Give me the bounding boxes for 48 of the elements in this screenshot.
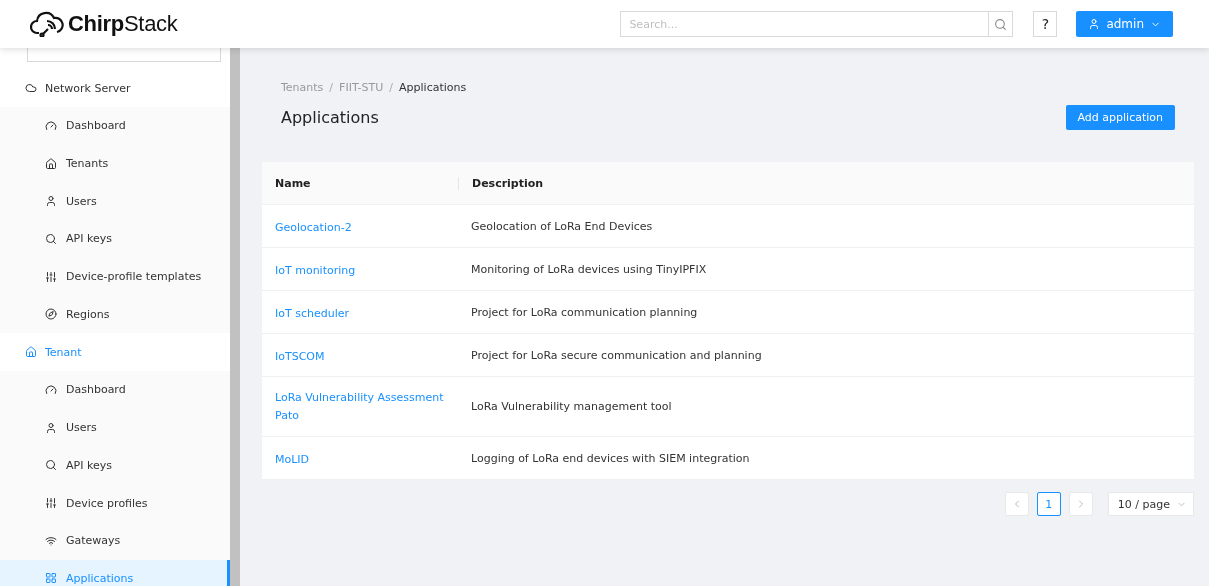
menu-icon	[45, 195, 57, 208]
sidebar-item[interactable]: Gateways	[0, 521, 230, 560]
sidebar-item[interactable]: Users	[0, 408, 230, 447]
menu-icon	[45, 421, 57, 434]
cloud-logo-icon	[30, 11, 64, 37]
menu-icon	[45, 119, 57, 132]
menu-icon	[45, 459, 57, 472]
search-icon	[994, 17, 1008, 31]
search-field[interactable]: Search...	[620, 11, 989, 37]
menu-icon	[45, 308, 57, 321]
user-icon	[1088, 18, 1101, 30]
previous-page-button[interactable]	[1004, 492, 1029, 516]
scrollbar[interactable]	[230, 48, 240, 586]
menu-icon	[45, 270, 57, 283]
menu-icon	[45, 232, 57, 245]
menu-icon	[45, 383, 57, 396]
breadcrumb-item: Applications	[399, 81, 467, 94]
cloud-icon	[25, 82, 37, 94]
menu-icon	[45, 497, 57, 510]
breadcrumb-separator: /	[389, 81, 394, 94]
page-title: Applications	[281, 108, 379, 127]
sidebar-item[interactable]: API keys	[0, 220, 230, 258]
sidebar-item[interactable]: API keys	[0, 446, 230, 485]
search-button[interactable]	[988, 11, 1014, 37]
sidebar-item[interactable]: Device-profile templates	[0, 257, 230, 296]
column-header: Description	[458, 176, 1194, 190]
sidebar-item[interactable]: Device profiles	[0, 484, 230, 522]
menu-icon	[45, 534, 57, 547]
help-button[interactable]: ?	[1033, 11, 1058, 37]
table-cell-text: Project for LoRa secure communication and planning	[470, 348, 763, 362]
home-icon	[25, 346, 37, 359]
breadcrumb-separator: /	[329, 81, 334, 94]
logo-text: ChirpStack	[68, 11, 178, 37]
sidebar-item[interactable]: Users	[0, 182, 230, 221]
menu-icon	[45, 157, 57, 170]
column-header: Name	[274, 176, 312, 190]
next-page-button[interactable]	[1068, 492, 1093, 516]
table-cell-text: Monitoring of LoRa devices using TinyIPFIX	[470, 262, 708, 276]
menu-icon	[45, 572, 57, 585]
sidebar-item[interactable]: Dashboard	[0, 371, 230, 409]
page-size-select[interactable]: 10 / page	[1107, 492, 1194, 516]
sidebar-item[interactable]: Regions	[0, 295, 230, 334]
table-cell-text: Geolocation of LoRa End Devices	[470, 219, 654, 233]
table-cell-text: LoRa Vulnerability management tool	[470, 400, 673, 413]
table-cell-text: Project for LoRa communication planning	[470, 305, 699, 319]
sidebar-item[interactable]: Tenants	[0, 144, 230, 183]
table-cell-text: Logging of LoRa end devices with SIEM integration	[470, 451, 751, 465]
sidebar-item[interactable]: Dashboard	[0, 107, 230, 145]
